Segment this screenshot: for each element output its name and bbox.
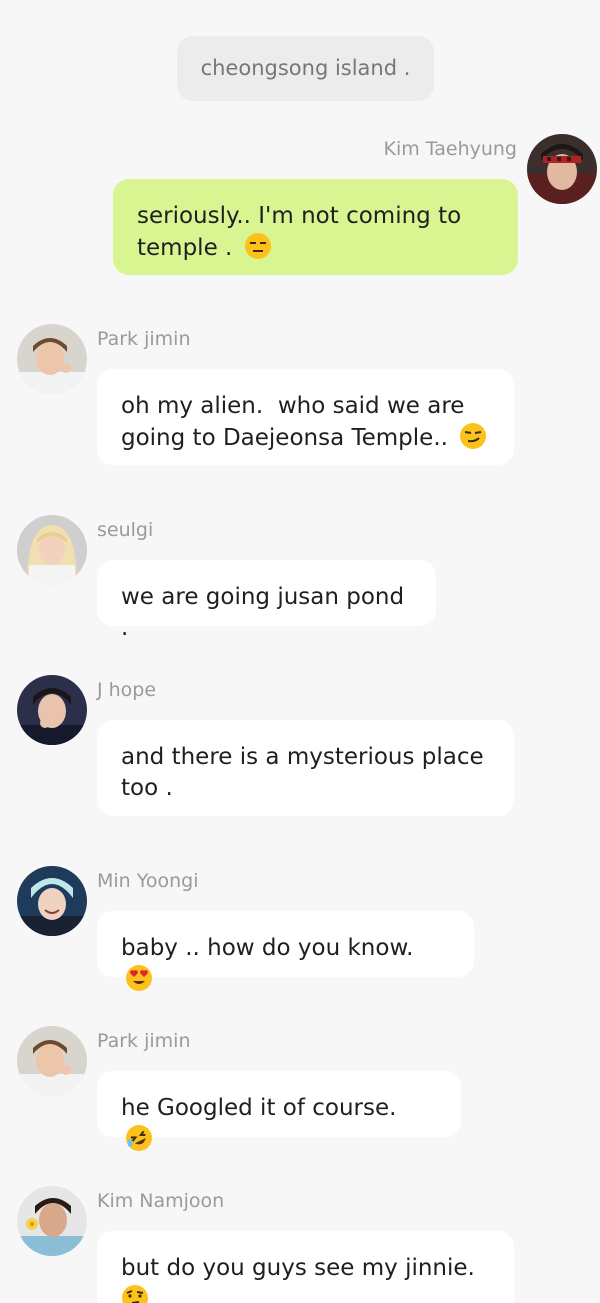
sender-name: Kim Namjoon [97,1190,225,1212]
message-text: baby .. how do you know. [121,935,429,961]
sender-name: Min Yoongi [97,870,199,892]
message-text: seriously.. I'm not coming to temple . [137,203,462,261]
message-text: but do you guys see my jinnie. [121,1255,475,1281]
avatar-kim-taehyung[interactable] [527,134,597,204]
sender-name: seulgi [97,519,154,541]
message-bubble[interactable]: oh my alien. who said we are going to Da… [97,369,514,465]
chat-screen: cheongsong island . Kim Taehyung serious… [0,0,600,1303]
sender-name: Kim Taehyung [383,138,517,160]
sender-name: Park jimin [97,1030,191,1052]
message-bubble[interactable]: baby .. how do you know. [97,911,474,991]
message-text: and there is a mysterious place too . [121,744,484,801]
message-bubble[interactable]: we are going jusan pond . [97,560,436,641]
message-bubble[interactable]: he Googled it of course. [97,1071,461,1151]
system-message: cheongsong island . [177,36,434,101]
sender-name: Park jimin [97,328,191,350]
avatar-park-jimin[interactable] [17,1026,87,1096]
message-bubble[interactable]: but do you guys see my jinnie. [97,1231,514,1303]
sender-name: J hope [97,679,157,701]
expressionless-face-icon [244,232,272,260]
thinking-face-icon [121,1284,149,1303]
message-bubble[interactable]: and there is a mysterious place too . [97,720,514,816]
avatar-park-jimin[interactable] [17,324,87,394]
message-text: we are going jusan pond . [121,584,412,641]
message-text: he Googled it of course. [121,1095,412,1121]
message-text: oh my alien. who said we are going to Da… [121,393,465,451]
avatar-j-hope[interactable] [17,675,87,745]
smirking-face-icon [459,422,487,450]
avatar-seulgi[interactable] [17,515,87,585]
message-bubble[interactable]: seriously.. I'm not coming to temple . [113,179,518,275]
avatar-min-yoongi[interactable] [17,866,87,936]
avatar-kim-namjoon[interactable] [17,1186,87,1256]
heart-eyes-face-icon [125,964,153,992]
rolling-laughing-face-icon [125,1124,153,1152]
